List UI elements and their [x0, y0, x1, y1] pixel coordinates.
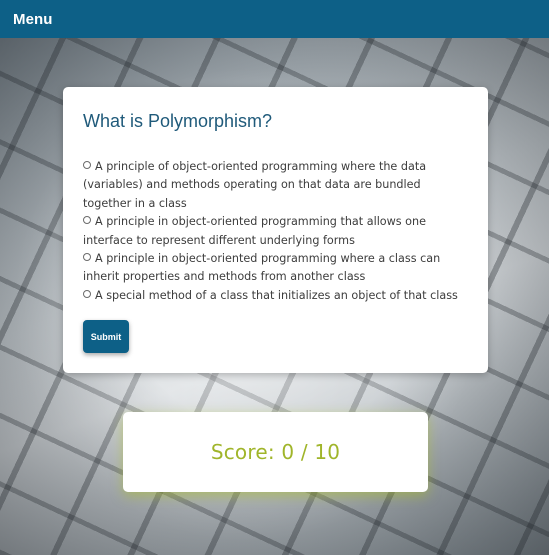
- top-bar: Menu: [0, 0, 549, 38]
- menu-button[interactable]: Menu: [13, 11, 53, 28]
- submit-button[interactable]: Submit: [83, 320, 129, 353]
- answer-option-label: A principle of object-oriented programmi…: [83, 160, 427, 210]
- answer-option-label: A special method of a class that initial…: [95, 288, 458, 302]
- answer-option-2[interactable]: A principle in object-oriented programmi…: [83, 213, 468, 250]
- answer-option-1[interactable]: A principle of object-oriented programmi…: [83, 158, 468, 213]
- score-text: Score: 0 / 10: [210, 440, 341, 464]
- radio-icon[interactable]: [83, 161, 91, 169]
- answer-options: A principle of object-oriented programmi…: [83, 158, 468, 305]
- score-card: Score: 0 / 10: [123, 412, 428, 492]
- radio-icon[interactable]: [83, 216, 91, 225]
- radio-icon[interactable]: [83, 289, 91, 298]
- quiz-card: What is Polymorphism? A principle of obj…: [63, 87, 488, 373]
- question-title: What is Polymorphism?: [83, 111, 273, 131]
- answer-option-4[interactable]: A special method of a class that initial…: [83, 287, 468, 305]
- radio-icon[interactable]: [83, 253, 91, 262]
- answer-option-3[interactable]: A principle in object-oriented programmi…: [83, 250, 468, 287]
- answer-option-label: A principle in object-oriented programmi…: [83, 215, 426, 247]
- answer-option-label: A principle in object-oriented programmi…: [83, 252, 441, 284]
